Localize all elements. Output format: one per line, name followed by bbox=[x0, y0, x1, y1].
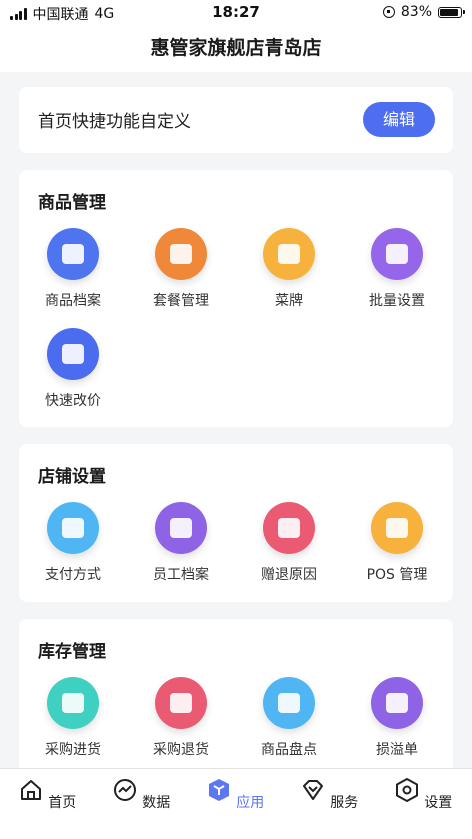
app-package-management[interactable]: 套餐管理 bbox=[127, 228, 235, 310]
app-label: 员工档案 bbox=[153, 567, 209, 583]
menu-card-icon bbox=[263, 228, 315, 280]
app-product-file[interactable]: 商品档案 bbox=[19, 228, 127, 310]
app-payment-method[interactable]: 支付方式 bbox=[19, 502, 127, 584]
app-return-reason[interactable]: 赠退原因 bbox=[235, 502, 343, 584]
status-right: 83% bbox=[382, 4, 465, 20]
section-title: 店铺设置 bbox=[38, 467, 106, 487]
tab-data[interactable]: 数据 bbox=[94, 777, 188, 812]
tab-settings[interactable]: 设置 bbox=[376, 777, 470, 812]
app-quick-price[interactable]: 快速改价 bbox=[19, 328, 127, 410]
app-label: 快速改价 bbox=[45, 393, 101, 409]
cube-icon bbox=[208, 779, 229, 801]
app-label: 套餐管理 bbox=[153, 293, 209, 309]
bottom-tabbar: 首页 数据 应用 服务 设置 bbox=[0, 768, 472, 839]
app-menu-card[interactable]: 菜牌 bbox=[235, 228, 343, 310]
stocktake-icon bbox=[263, 677, 315, 729]
section-title: 库存管理 bbox=[38, 642, 106, 662]
app-stocktake[interactable]: 商品盘点 bbox=[235, 677, 343, 759]
staff-icon bbox=[155, 502, 207, 554]
settings-icon bbox=[395, 778, 418, 802]
app-label: 商品盘点 bbox=[261, 742, 317, 758]
tab-label: 设置 bbox=[424, 795, 453, 811]
payment-card-icon bbox=[47, 502, 99, 554]
app-staff-file[interactable]: 员工档案 bbox=[127, 502, 235, 584]
tab-apps[interactable]: 应用 bbox=[188, 777, 282, 812]
section-inventory-management: 库存管理 采购进货 采购退货 商品盘点 损溢单 bbox=[19, 619, 453, 779]
section-title: 商品管理 bbox=[38, 193, 106, 213]
tab-label: 服务 bbox=[330, 795, 359, 811]
shortcut-card: 首页快捷功能自定义 编辑 bbox=[19, 87, 453, 153]
app-purchase-in[interactable]: 采购进货 bbox=[19, 677, 127, 759]
edit-button[interactable]: 编辑 bbox=[363, 102, 435, 137]
home-icon bbox=[20, 780, 41, 800]
package-icon bbox=[155, 228, 207, 280]
status-bar: 中国联通 4G 18:27 83% bbox=[0, 0, 472, 24]
rotation-lock-icon bbox=[382, 6, 395, 18]
app-loss-report[interactable]: 损溢单 bbox=[343, 677, 451, 759]
app-label: 支付方式 bbox=[45, 567, 101, 583]
tab-label: 应用 bbox=[236, 795, 265, 811]
chart-icon bbox=[113, 779, 136, 801]
purchase-in-icon bbox=[47, 677, 99, 729]
app-label: POS 管理 bbox=[366, 567, 428, 583]
quick-price-icon bbox=[47, 328, 99, 380]
tab-label: 首页 bbox=[48, 795, 77, 811]
section-product-management: 商品管理 商品档案 套餐管理 菜牌 批量设置 快速改价 bbox=[19, 170, 453, 427]
pos-icon bbox=[371, 502, 423, 554]
shortcut-title: 首页快捷功能自定义 bbox=[38, 112, 191, 132]
tab-home[interactable]: 首页 bbox=[0, 777, 94, 812]
app-label: 商品档案 bbox=[45, 293, 101, 309]
purchase-return-icon bbox=[155, 677, 207, 729]
app-label: 损溢单 bbox=[376, 742, 418, 758]
app-label: 采购退货 bbox=[153, 742, 209, 758]
app-label: 菜牌 bbox=[275, 293, 303, 309]
tab-service[interactable]: 服务 bbox=[282, 777, 376, 812]
app-batch-settings[interactable]: 批量设置 bbox=[343, 228, 451, 310]
tab-label: 数据 bbox=[142, 795, 171, 811]
return-reason-icon bbox=[263, 502, 315, 554]
app-label: 批量设置 bbox=[369, 293, 425, 309]
page-title: 惠管家旗舰店青岛店 bbox=[0, 24, 472, 72]
battery-percent: 83% bbox=[400, 4, 432, 20]
service-icon bbox=[302, 780, 323, 800]
app-pos-management[interactable]: POS 管理 bbox=[343, 502, 451, 584]
loss-report-icon bbox=[371, 677, 423, 729]
section-store-settings: 店铺设置 支付方式 员工档案 赠退原因 POS 管理 bbox=[19, 444, 453, 602]
app-label: 赠退原因 bbox=[261, 567, 317, 583]
battery-icon bbox=[438, 6, 465, 18]
app-purchase-return[interactable]: 采购退货 bbox=[127, 677, 235, 759]
product-file-icon bbox=[47, 228, 99, 280]
app-label: 采购进货 bbox=[45, 742, 101, 758]
batch-settings-icon bbox=[371, 228, 423, 280]
